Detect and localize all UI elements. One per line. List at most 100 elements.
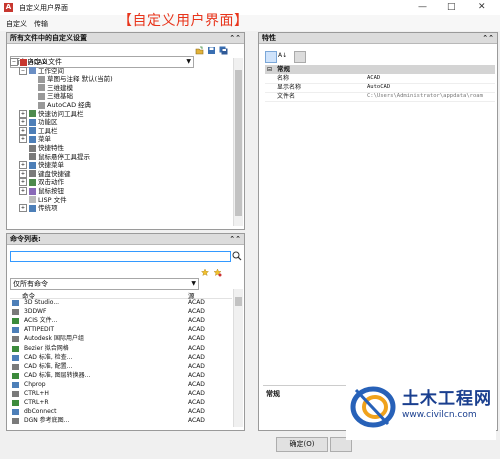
page-caption: 【自定义用户界面】: [118, 13, 249, 29]
command-name: CTRL+R: [24, 399, 49, 407]
tree-node-icon: [29, 135, 36, 143]
expand-node-icon[interactable]: +: [19, 109, 27, 118]
tree-item[interactable]: + 快捷菜单: [19, 161, 64, 170]
property-value[interactable]: AutoCAD: [367, 83, 495, 92]
property-pages-icon[interactable]: [294, 51, 306, 63]
tree-item-label: 菜单: [38, 135, 51, 144]
command-name: CAD 标准, 配置...: [24, 362, 73, 370]
expand-node-icon[interactable]: +: [19, 118, 27, 127]
tree-item[interactable]: + 双击动作: [19, 178, 64, 187]
tree-item[interactable]: + 键盘快捷键: [19, 169, 71, 178]
tree-item[interactable]: + 鼠标按钮: [19, 187, 64, 195]
command-icon: [12, 391, 19, 397]
tree-item[interactable]: + 传统项: [19, 204, 58, 213]
ok-button[interactable]: 确定(O): [276, 437, 328, 452]
customizations-title: 所有文件中的自定义设置: [10, 34, 87, 42]
property-value[interactable]: C:\Users\Administrator\appdata\roam: [367, 92, 495, 101]
tree-item[interactable]: + 快速访问工具栏: [19, 109, 84, 118]
command-row[interactable]: Chprop ACAD: [10, 381, 232, 389]
save-all-icon[interactable]: [219, 46, 228, 55]
tree-scrollbar[interactable]: [233, 58, 243, 226]
tree-item[interactable]: 三维基础: [28, 92, 73, 100]
menu-item-customize[interactable]: 自定义: [6, 19, 27, 29]
open-file-icon[interactable]: [195, 46, 204, 55]
expand-node-icon[interactable]: +: [19, 187, 27, 195]
properties-header: 特性 ⌃⌃: [259, 33, 497, 44]
new-command-icon[interactable]: [213, 268, 222, 277]
collapse-node-icon[interactable]: −: [10, 58, 18, 66]
command-icon: [12, 345, 19, 352]
command-row[interactable]: 3D Studio... ACAD: [10, 299, 232, 307]
tree-item-label: 工具栏: [38, 126, 58, 135]
app-icon: A: [4, 3, 13, 12]
command-search-input[interactable]: [10, 251, 231, 262]
command-row[interactable]: 3DDWF ACAD: [10, 308, 232, 316]
search-icon[interactable]: [232, 251, 242, 261]
group-collapse-icon[interactable]: ⊟: [267, 65, 272, 74]
tree-node-icon: [29, 170, 36, 178]
command-list-scrollbar[interactable]: [233, 289, 243, 427]
minimize-button[interactable]: —: [418, 2, 427, 12]
star-search-icon[interactable]: [201, 268, 210, 277]
tree-item-label: 鼠标按钮: [38, 187, 64, 195]
command-row[interactable]: DGN 参考底图... ACAD: [10, 417, 232, 425]
tree-node-icon: [29, 67, 36, 75]
tree-item[interactable]: + 工具栏: [19, 126, 58, 135]
command-row[interactable]: Autodesk 国际用户组 ACAD: [10, 335, 232, 343]
collapse-node-icon[interactable]: −: [19, 66, 27, 75]
property-row[interactable]: 文件名 C:\Users\Administrator\appdata\roam: [265, 92, 495, 102]
tree-item[interactable]: − ACAD: [10, 58, 47, 66]
command-row[interactable]: ACIS 文件... ACAD: [10, 317, 232, 325]
tree-item[interactable]: − 工作空间: [19, 66, 64, 75]
maximize-button[interactable]: □: [447, 2, 456, 12]
expand-node-icon[interactable]: +: [19, 135, 27, 144]
alphabetical-icon[interactable]: A↓: [278, 51, 288, 61]
save-icon[interactable]: [207, 46, 216, 55]
command-list-columns: 命令 源: [10, 289, 232, 300]
chevron-down-icon: ▼: [191, 280, 196, 287]
property-value[interactable]: ACAD: [367, 74, 495, 83]
tree-item[interactable]: + 功能区: [19, 118, 58, 127]
expand-node-icon[interactable]: +: [19, 126, 27, 135]
tree-node-icon: [29, 204, 36, 212]
tree-item[interactable]: 草图与注释 默认(当前): [28, 75, 113, 83]
tree-item-label: LISP 文件: [38, 195, 67, 204]
command-source: ACAD: [188, 344, 205, 352]
tree-item[interactable]: + 菜单: [19, 135, 51, 144]
close-button[interactable]: ✕: [478, 2, 486, 12]
expand-node-icon[interactable]: +: [19, 161, 27, 170]
command-source: ACAD: [188, 371, 205, 379]
command-row[interactable]: CAD 标准, 检查... ACAD: [10, 354, 232, 362]
tree-item[interactable]: 鼠标悬停工具提示: [19, 153, 90, 161]
tree-item[interactable]: 三维建模: [28, 84, 73, 92]
tree-item[interactable]: LISP 文件: [19, 196, 67, 204]
menu-item-transfer[interactable]: 传输: [34, 19, 48, 29]
tree-item[interactable]: 快捷特性: [19, 144, 64, 152]
expand-node-icon[interactable]: +: [19, 169, 27, 178]
tree-item-label: 快捷特性: [38, 144, 64, 152]
collapse-icon[interactable]: ⌃⌃: [482, 33, 494, 43]
expand-node-icon[interactable]: +: [19, 204, 27, 213]
command-row[interactable]: Bezier 拟合网格 ACAD: [10, 345, 232, 353]
collapse-icon[interactable]: ⌃⌃: [229, 234, 241, 244]
command-list-title: 命令列表:: [10, 235, 41, 243]
command-name: 3D Studio...: [24, 299, 60, 306]
collapse-icon[interactable]: ⌃⌃: [229, 33, 241, 43]
tree-node-icon: [38, 101, 45, 109]
command-row[interactable]: CAD 标准, 配置... ACAD: [10, 363, 232, 371]
command-row[interactable]: CAD 标准, 图层转换器... ACAD: [10, 372, 232, 380]
tree-scrollbar-thumb[interactable]: [235, 70, 242, 216]
property-name: 文件名: [277, 93, 296, 100]
command-row[interactable]: ATTIPEDIT ACAD: [10, 326, 232, 334]
command-icon: [12, 363, 19, 370]
command-name: ACIS 文件...: [24, 317, 58, 325]
command-row[interactable]: CTRL+R ACAD: [10, 399, 232, 407]
tree-item-label: AutoCAD 经典: [47, 101, 92, 109]
command-list-scrollbar-thumb[interactable]: [235, 297, 242, 306]
command-row[interactable]: CTRL+H ACAD: [10, 390, 232, 398]
tree-item[interactable]: AutoCAD 经典: [28, 101, 91, 109]
categorized-icon[interactable]: [265, 51, 277, 63]
expand-node-icon[interactable]: +: [19, 178, 27, 187]
properties-title: 特性: [262, 34, 276, 42]
command-row[interactable]: dbConnect ACAD: [10, 408, 232, 416]
